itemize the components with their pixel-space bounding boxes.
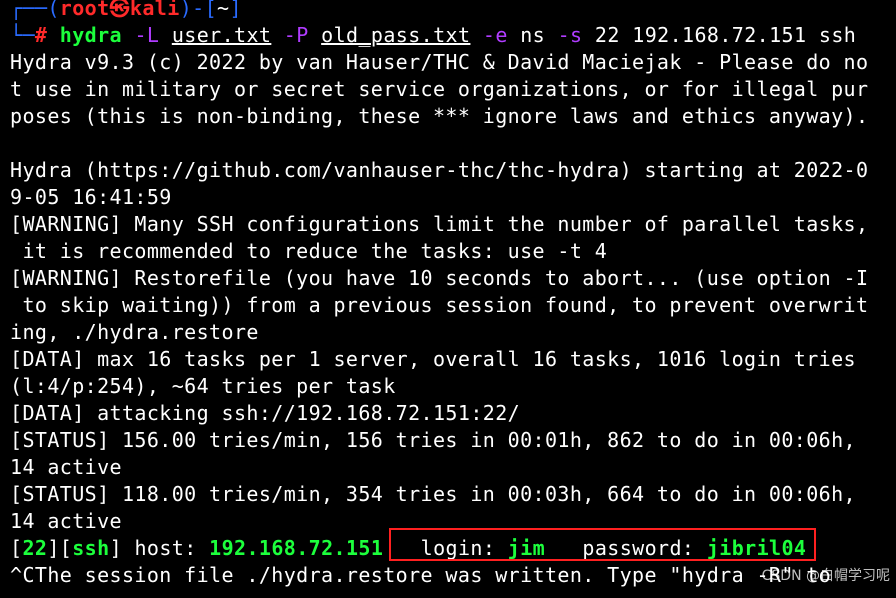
command-program: hydra	[59, 23, 123, 47]
terminal-window[interactable]: ┌──(root㉿kali)-[~] └─# hydra -L user.txt…	[0, 0, 896, 598]
prompt-user-host: root㉿kali	[59, 0, 180, 20]
userlist-file: user.txt	[171, 23, 272, 47]
output-line: [DATA] attacking ssh://192.168.72.151:22…	[10, 401, 521, 425]
e-value: ns	[520, 23, 546, 47]
flag-e: -e	[482, 23, 508, 47]
command-line: └─# hydra -L user.txt -P old_pass.txt -e…	[10, 22, 856, 49]
output-line: Hydra (https://github.com/vanhauser-thc/…	[10, 158, 869, 182]
output-line: [WARNING] Many SSH configurations limit …	[10, 212, 869, 236]
output-line: [STATUS] 118.00 tries/min, 354 tries in …	[10, 482, 856, 506]
target-ip: 192.168.72.151	[632, 23, 807, 47]
flag-s: -s	[557, 23, 583, 47]
prompt-hash: #	[34, 23, 48, 47]
result-host-label: host:	[134, 536, 197, 560]
prompt-cwd: ~	[217, 0, 230, 20]
output-line: [STATUS] 156.00 tries/min, 156 tries in …	[10, 428, 856, 452]
output-line: [DATA] max 16 tasks per 1 server, overal…	[10, 347, 856, 371]
output-line: it is recommended to reduce the tasks: u…	[10, 239, 608, 263]
prompt-bracket-mid: )-[	[179, 0, 218, 20]
prompt-bracket-open: ┌──(	[10, 0, 60, 20]
output-line: (l:4/p:254), ~64 tries per task	[10, 374, 396, 398]
output-line: t use in military or secret service orga…	[10, 77, 869, 101]
prompt-line2-prefix: └─	[10, 23, 35, 47]
csdn-watermark: CSDN @白帽学习呢	[761, 568, 890, 584]
output-line: [WARNING] Restorefile (you have 10 secon…	[10, 266, 869, 290]
output-line: ing, ./hydra.restore	[10, 320, 259, 344]
output-line: 14 active	[10, 509, 122, 533]
credentials-highlight-box	[389, 528, 816, 561]
service-name: ssh	[818, 23, 857, 47]
output-line: 9-05 16:41:59	[10, 185, 172, 209]
flag-L: -L	[134, 23, 160, 47]
output-line: poses (this is non-binding, these *** ig…	[10, 104, 869, 128]
prompt-line-1: ┌──(root㉿kali)-[~]	[10, 0, 242, 22]
flag-P: -P	[283, 23, 309, 47]
result-port: 22	[22, 536, 48, 560]
result-host: 192.168.72.151	[209, 536, 384, 560]
result-service: ssh	[72, 536, 110, 560]
port-value: 22	[594, 23, 620, 47]
output-line: Hydra v9.3 (c) 2022 by van Hauser/THC & …	[10, 50, 869, 74]
passlist-file: old_pass.txt	[321, 23, 471, 47]
output-line: to skip waiting)) from a previous sessio…	[10, 293, 869, 317]
session-line: ^CThe session file ./hydra.restore was w…	[10, 563, 832, 587]
output-line: 14 active	[10, 455, 122, 479]
prompt-bracket-close: ]	[229, 0, 242, 20]
